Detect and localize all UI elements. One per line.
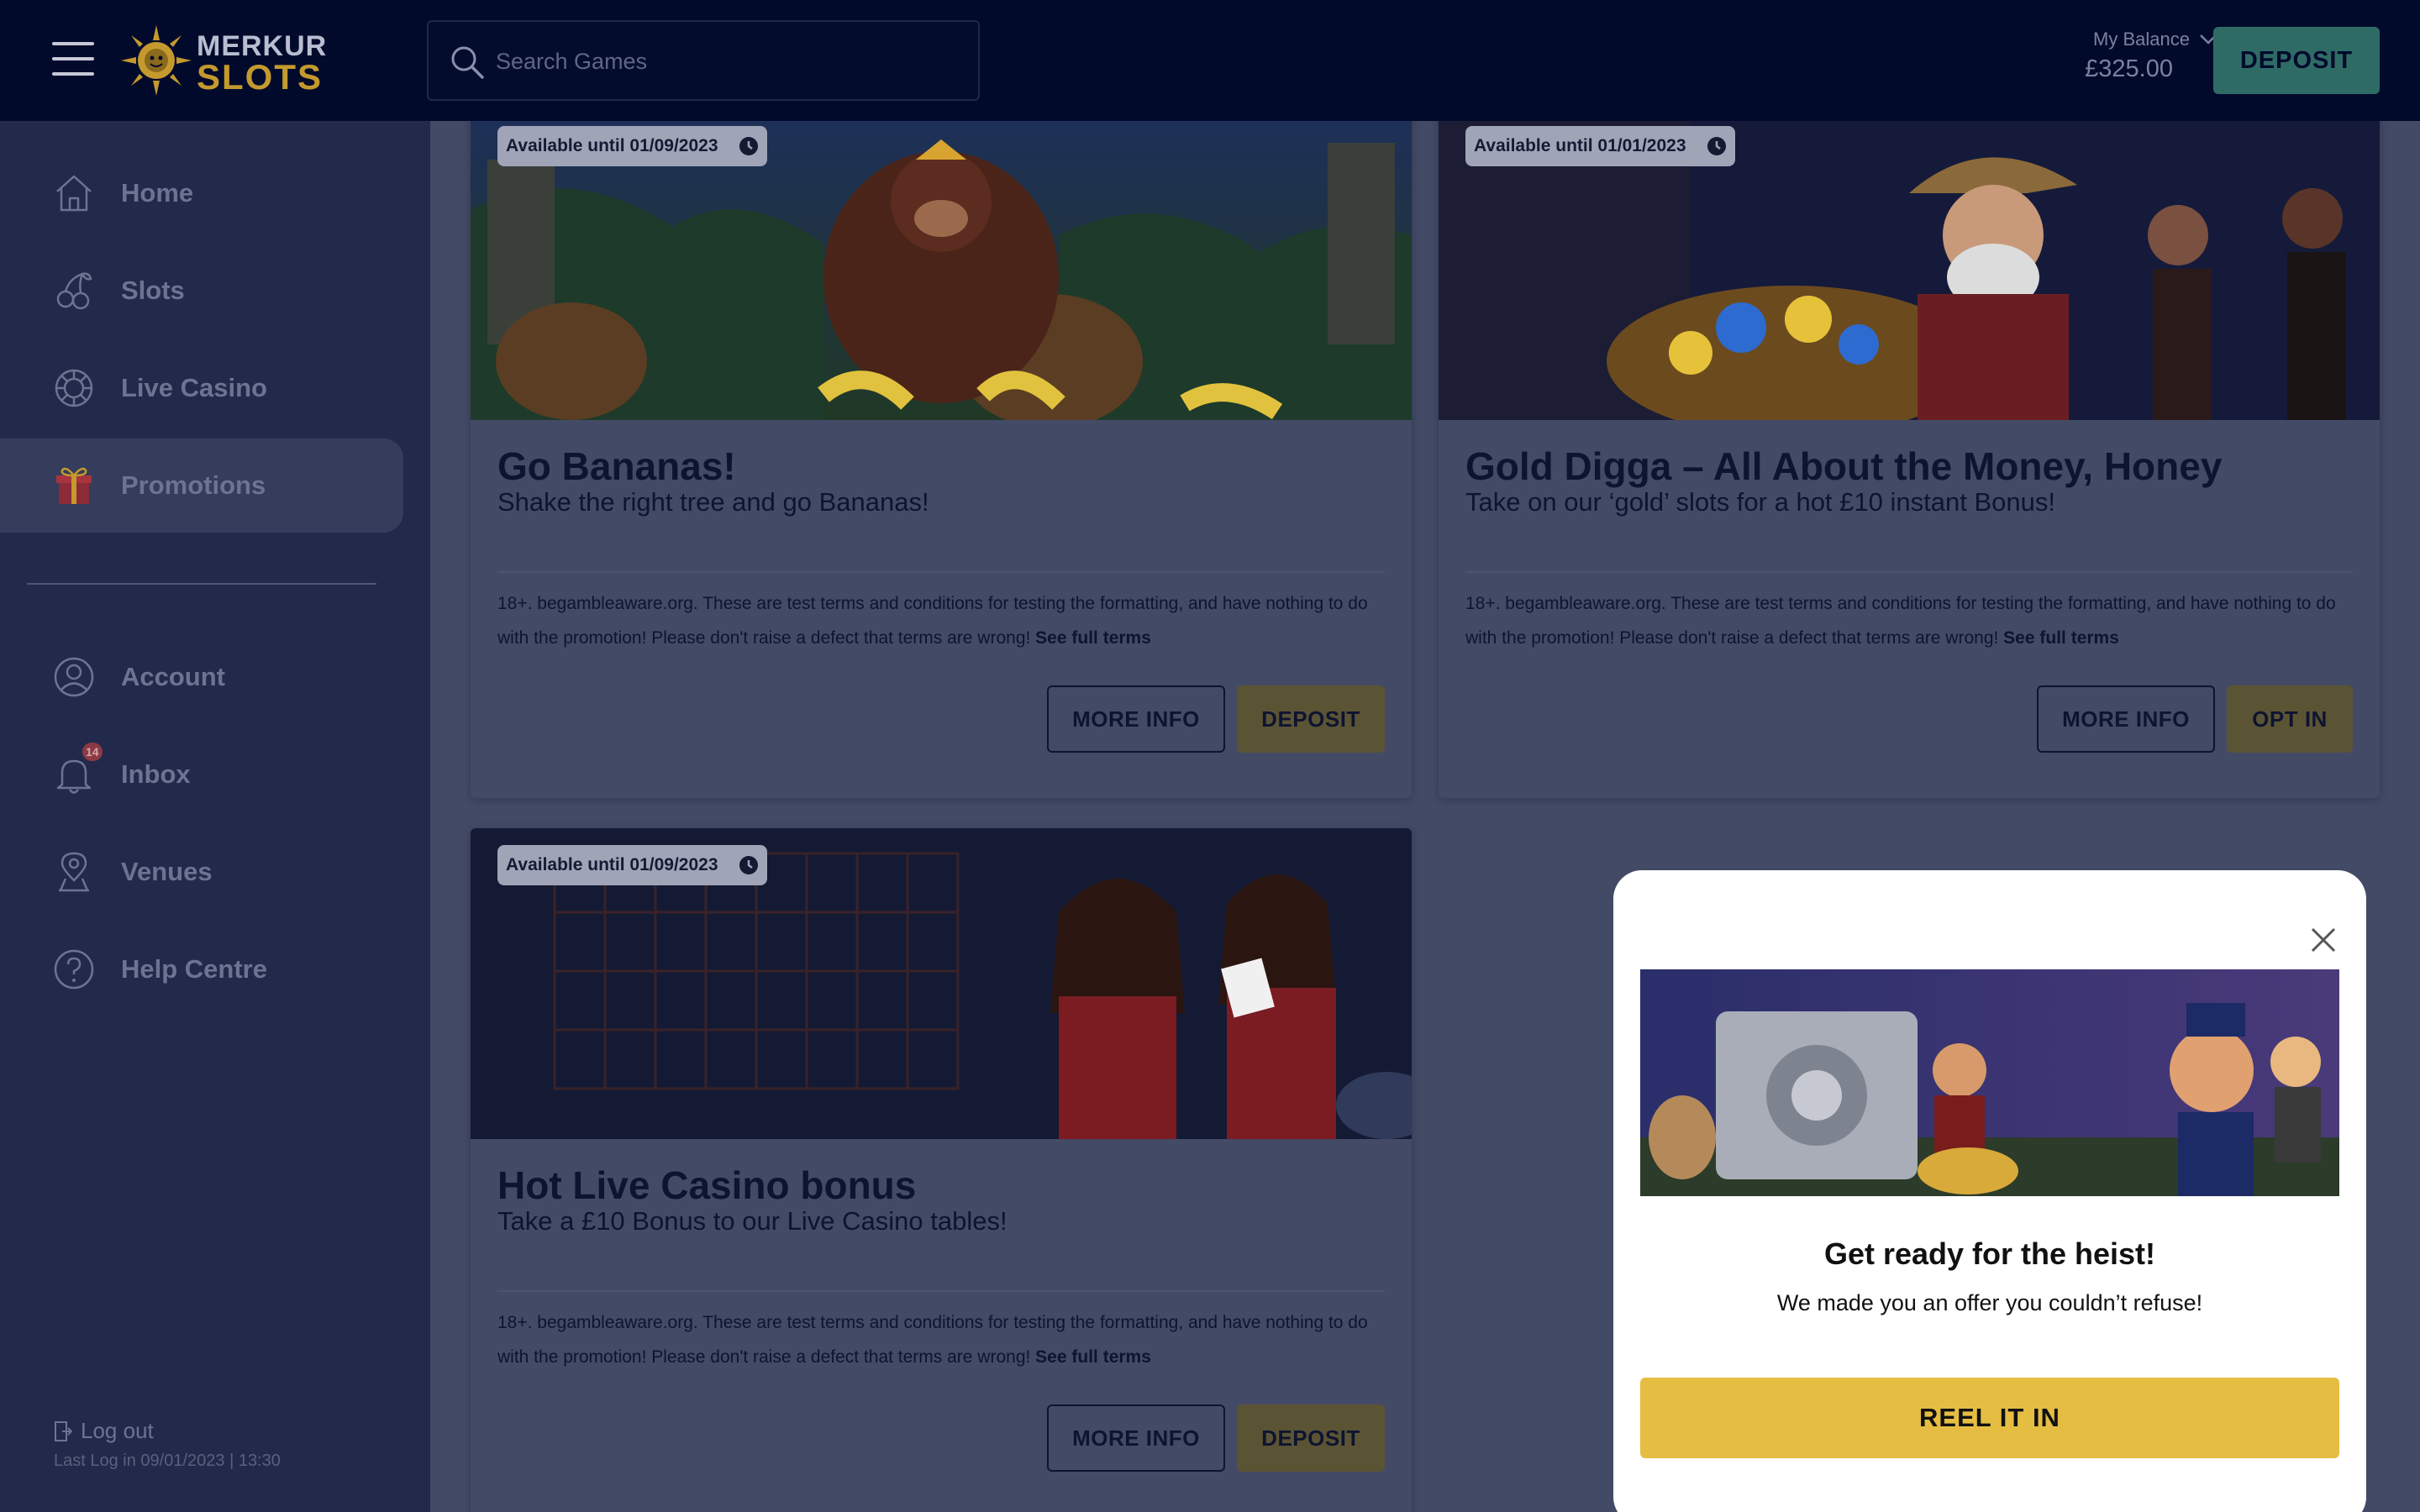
promo-card-go-bananas: Available until 01/09/2023 Go Bananas! S…: [471, 109, 1412, 798]
promo-title: Hot Live Casino bonus: [497, 1163, 917, 1207]
terms-text: 18+. begambleaware.org. These are test t…: [497, 594, 1368, 648]
sidebar-item-account[interactable]: Account: [0, 630, 403, 724]
search-box[interactable]: [427, 20, 980, 101]
card-divider: [497, 1290, 1385, 1292]
help-icon: [54, 949, 94, 990]
promo-terms: 18+. begambleaware.org. These are test t…: [497, 586, 1385, 655]
inbox-badge: 14: [82, 743, 103, 761]
user-icon: [54, 657, 94, 697]
hamburger-menu-icon[interactable]: [52, 42, 94, 76]
promo-terms: 18+. begambleaware.org. These are test t…: [1465, 586, 2353, 655]
merkur-slots-logo[interactable]: MERKUR SLOTS: [121, 25, 326, 97]
promo-subtitle: Take on our ‘gold’ slots for a hot £10 i…: [1465, 487, 2055, 517]
reel-it-in-button[interactable]: REEL IT IN: [1640, 1378, 2339, 1458]
last-login-text: Last Log in 09/01/2023 | 13:30: [54, 1452, 281, 1470]
deposit-button[interactable]: DEPOSIT: [1237, 685, 1385, 753]
gift-icon: [56, 467, 92, 504]
card-divider: [1465, 571, 2353, 573]
sidebar-item-label: Promotions: [121, 470, 266, 500]
location-pin-icon: [59, 852, 89, 892]
promo-card-gold-digga: Available until 01/01/2023 Gold Digga – …: [1439, 109, 2380, 798]
sidebar-item-label: Account: [121, 662, 225, 691]
clock-icon: [1707, 137, 1726, 155]
availability-badge: Available until 01/09/2023: [497, 126, 767, 166]
availability-badge: Available until 01/09/2023: [497, 845, 767, 885]
sidebar-item-label: Live Casino: [121, 373, 267, 402]
logout-link[interactable]: Log out: [54, 1418, 154, 1444]
sidebar-item-home[interactable]: Home: [0, 146, 403, 240]
promo-title: Gold Digga – All About the Money, Honey: [1465, 444, 2223, 488]
sidebar-item-slots[interactable]: Slots: [0, 244, 403, 338]
sidebar-item-label: Inbox: [121, 759, 191, 789]
modal-title: Get ready for the heist!: [1823, 1236, 2156, 1271]
sidebar-item-venues[interactable]: Venues: [0, 825, 403, 919]
top-header: MERKUR SLOTS My Balance £325.00 DEPOSIT: [0, 0, 2420, 121]
sidebar-divider: [27, 583, 376, 585]
see-full-terms-link[interactable]: See full terms: [1035, 628, 1151, 648]
header-deposit-button[interactable]: DEPOSIT: [2213, 27, 2380, 94]
heist-offer-modal: Get ready for the heist! We made you an …: [1613, 870, 2366, 1512]
terms-text: 18+. begambleaware.org. These are test t…: [1465, 594, 2336, 648]
sidebar-item-label: Slots: [121, 276, 185, 305]
availability-text: Available until 01/09/2023: [506, 855, 718, 874]
sidebar-item-label: Home: [121, 178, 194, 207]
logout-icon: [55, 1420, 72, 1441]
clock-icon: [739, 137, 758, 155]
casino-chip-icon: [55, 369, 93, 407]
promo-terms: 18+. begambleaware.org. These are test t…: [497, 1305, 1385, 1374]
promo-title: Go Bananas!: [497, 444, 736, 488]
terms-text: 18+. begambleaware.org. These are test t…: [497, 1313, 1368, 1367]
clock-icon: [739, 856, 758, 874]
sidebar-item-label: Venues: [121, 857, 213, 886]
logout-label: Log out: [81, 1418, 154, 1443]
sidebar-item-label: Help Centre: [121, 954, 267, 984]
heist-promo-image: [1640, 969, 2339, 1196]
balance-label: My Balance: [2093, 29, 2190, 50]
availability-text: Available until 01/09/2023: [506, 136, 718, 155]
search-input[interactable]: [496, 39, 950, 84]
availability-text: Available until 01/01/2023: [1474, 136, 1686, 155]
more-info-button[interactable]: MORE INFO: [2037, 685, 2215, 753]
sidebar: Home Slots Live Casino Promotions Accoun…: [0, 121, 430, 1512]
logo-text-slots: SLOTS: [197, 57, 324, 97]
home-icon: [56, 175, 92, 212]
sun-logo-icon: [121, 25, 192, 96]
promo-subtitle: Shake the right tree and go Bananas!: [497, 487, 929, 517]
sidebar-item-help-centre[interactable]: Help Centre: [0, 922, 403, 1016]
balance-dropdown[interactable]: My Balance £325.00: [2050, 29, 2218, 83]
see-full-terms-link[interactable]: See full terms: [2003, 628, 2119, 648]
opt-in-button[interactable]: OPT IN: [2227, 685, 2353, 753]
close-icon[interactable]: [2309, 926, 2338, 954]
sidebar-item-promotions[interactable]: Promotions: [0, 438, 403, 533]
sidebar-item-inbox[interactable]: 14 Inbox: [0, 727, 403, 822]
see-full-terms-link[interactable]: See full terms: [1035, 1347, 1151, 1367]
more-info-button[interactable]: MORE INFO: [1047, 685, 1225, 753]
search-icon[interactable]: [449, 44, 486, 81]
modal-text: We made you an offer you couldn’t refuse…: [1776, 1290, 2203, 1315]
balance-value: £325.00: [2085, 55, 2173, 82]
cherries-icon: [56, 272, 92, 310]
more-info-button[interactable]: MORE INFO: [1047, 1404, 1225, 1472]
promo-subtitle: Take a £10 Bonus to our Live Casino tabl…: [497, 1206, 1007, 1236]
deposit-button[interactable]: DEPOSIT: [1237, 1404, 1385, 1472]
promo-card-hot-live-casino: Available until 01/09/2023 Hot Live Casi…: [471, 828, 1412, 1512]
sidebar-item-live-casino[interactable]: Live Casino: [0, 341, 403, 435]
card-divider: [497, 571, 1385, 573]
availability-badge: Available until 01/01/2023: [1465, 126, 1735, 166]
